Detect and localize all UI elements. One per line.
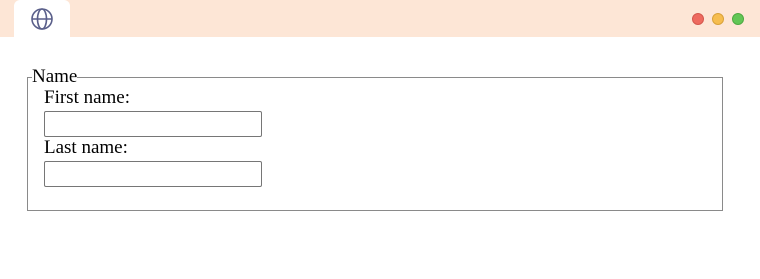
- browser-tab[interactable]: [14, 0, 70, 38]
- fieldset-legend: Name: [32, 66, 78, 87]
- globe-icon: [30, 7, 54, 31]
- last-name-label: Last name:: [44, 137, 128, 158]
- close-window-button[interactable]: [692, 13, 704, 25]
- name-fieldset: Name First name: Last name:: [27, 67, 723, 211]
- maximize-window-button[interactable]: [732, 13, 744, 25]
- minimize-window-button[interactable]: [712, 13, 724, 25]
- page-content: Name First name: Last name:: [0, 37, 760, 279]
- last-name-input[interactable]: [44, 161, 262, 187]
- window-controls: [692, 13, 744, 25]
- first-name-input[interactable]: [44, 111, 262, 137]
- browser-window: Name First name: Last name:: [0, 0, 760, 279]
- first-name-label: First name:: [44, 87, 131, 108]
- titlebar: [0, 0, 760, 38]
